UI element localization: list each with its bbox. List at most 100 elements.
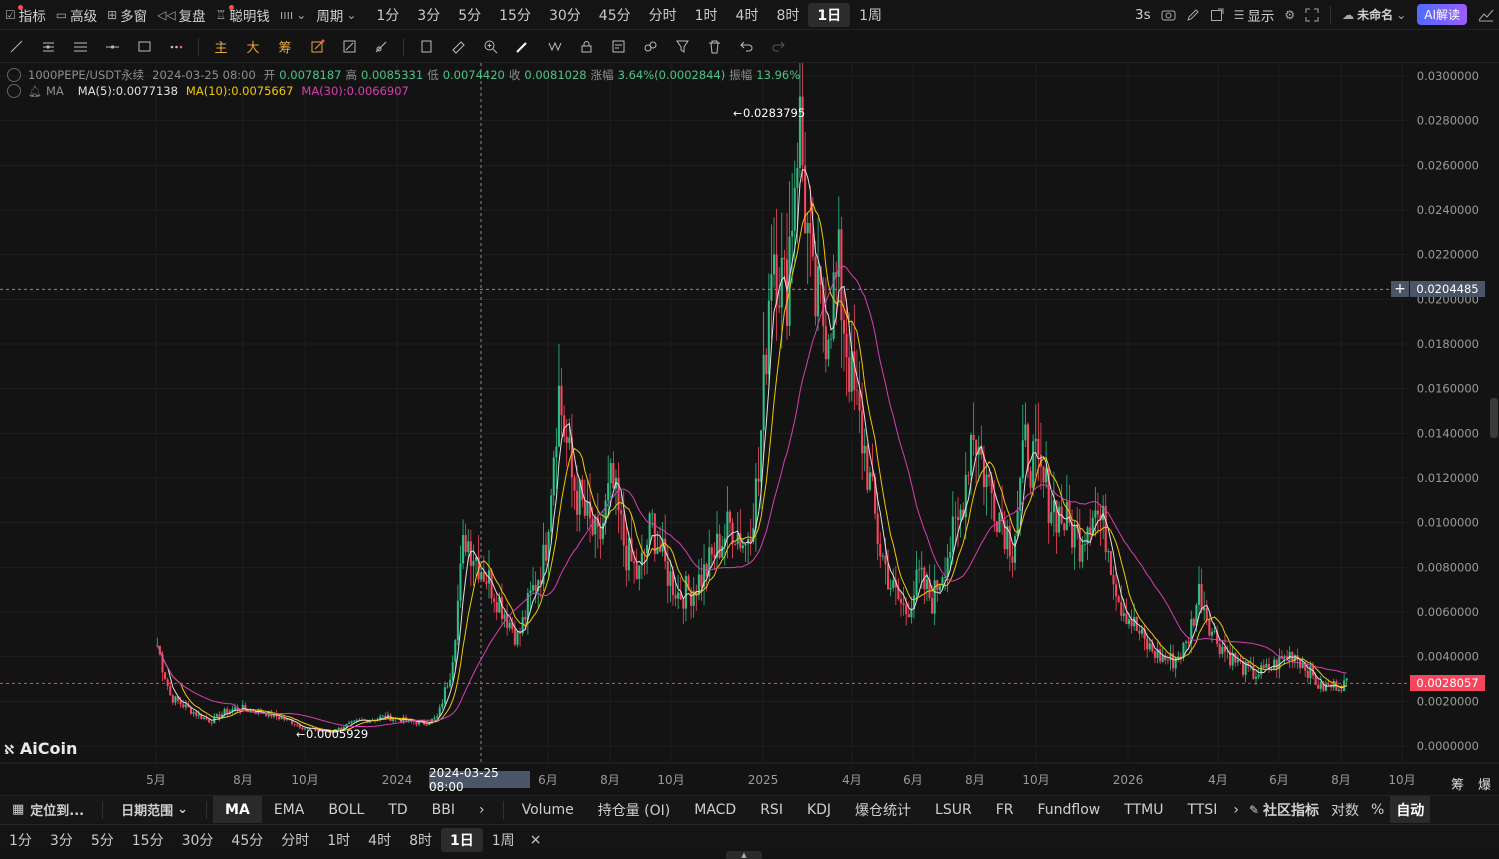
zoom-in-icon[interactable]	[474, 31, 506, 62]
trash-icon[interactable]	[698, 31, 730, 62]
topbar-item-3[interactable]: ◁◁ 复盘	[152, 0, 210, 29]
lock-icon[interactable]	[570, 31, 602, 62]
period-1时[interactable]: 1时	[686, 3, 727, 27]
period-1分[interactable]: 1分	[367, 3, 408, 27]
copy-icon[interactable]	[410, 31, 442, 62]
sub-indicator-6[interactable]: LSUR	[923, 796, 984, 823]
kline-chart[interactable]: 0.0300000 0.0280000 0.0260000 0.0240000 0.02…	[0, 63, 1499, 795]
trend-line-icon[interactable]	[0, 31, 32, 62]
bottom-period-分时[interactable]: 分时	[272, 828, 318, 852]
bottom-period-1周[interactable]: 1周	[483, 828, 524, 852]
kline-chart-area[interactable]: 0.0300000 0.0280000 0.0260000 0.0240000 0.02…	[0, 63, 1499, 795]
sub-indicator-3[interactable]: RSI	[748, 796, 795, 823]
ruler-brush-icon[interactable]	[365, 31, 397, 62]
period-8时[interactable]: 8时	[767, 3, 808, 27]
period-分时[interactable]: 分时	[640, 3, 686, 27]
main-indicator-ma[interactable]: MA	[213, 796, 262, 823]
sub-indicator-7[interactable]: FR	[984, 796, 1026, 823]
period-15分[interactable]: 15分	[490, 3, 540, 27]
topbar-item-0[interactable]: ☑ 指标	[0, 0, 51, 29]
pattern-icon[interactable]	[333, 31, 365, 62]
close-icon[interactable]: ×	[524, 826, 548, 854]
add-alert-icon[interactable]: +	[1391, 281, 1409, 297]
trend-chart-icon[interactable]	[1473, 0, 1499, 29]
percent-scale-button[interactable]: %	[1365, 796, 1390, 823]
sub-indicator-2[interactable]: MACD	[682, 796, 748, 823]
candle-body	[944, 577, 947, 578]
bottom-period-8时[interactable]: 8时	[400, 828, 441, 852]
text-tool-2[interactable]: 筹	[269, 31, 301, 62]
chart-style-menu[interactable]: ıııı ⌄	[275, 0, 311, 29]
sub-indicator-4[interactable]: KDJ	[795, 796, 843, 823]
bottom-period-15分[interactable]: 15分	[123, 828, 173, 852]
locate-button[interactable]: ▦ 定位到...	[0, 796, 96, 823]
bell-icon[interactable]: 🔔︎	[28, 85, 42, 98]
collapse-handle[interactable]: ▲	[726, 851, 762, 859]
link-icon[interactable]	[634, 31, 666, 62]
log-scale-button[interactable]: 对数	[1325, 796, 1365, 823]
period-5分[interactable]: 5分	[449, 3, 490, 27]
period-menu[interactable]: 周期 ⌄	[311, 0, 361, 29]
sub-indicator-0[interactable]: Volume	[510, 796, 586, 823]
community-indicators-button[interactable]: ✎ 社区指标	[1243, 796, 1325, 823]
redo-icon[interactable]	[762, 31, 794, 62]
topbar-item-2[interactable]: ⊞ 多窗	[102, 0, 152, 29]
sub-indicator-9[interactable]: TTMU	[1112, 796, 1175, 823]
visibility-toggle-icon[interactable]	[7, 68, 21, 82]
chevron-right-icon[interactable]: ›	[467, 796, 497, 823]
sub-indicator-10[interactable]: TTSI	[1175, 796, 1229, 823]
popout-icon[interactable]	[1205, 0, 1229, 29]
bottom-period-45分[interactable]: 45分	[222, 828, 272, 852]
ai-interpret-button[interactable]: AI解读	[1417, 4, 1467, 25]
bottom-period-5分[interactable]: 5分	[82, 828, 123, 852]
main-indicator-td[interactable]: TD	[376, 796, 419, 823]
bottom-period-4时[interactable]: 4时	[359, 828, 400, 852]
parallel-channel-icon[interactable]	[32, 31, 64, 62]
main-indicator-bbi[interactable]: BBI	[420, 796, 467, 823]
magnet-icon[interactable]	[538, 31, 570, 62]
chevron-right-icon[interactable]: ›	[1229, 796, 1243, 823]
bottom-period-30分[interactable]: 30分	[173, 828, 223, 852]
bottom-period-3分[interactable]: 3分	[41, 828, 82, 852]
period-1周[interactable]: 1周	[850, 3, 891, 27]
display-menu[interactable]: ☰ 显示	[1229, 0, 1280, 29]
horizontal-lines-icon[interactable]	[64, 31, 96, 62]
horizontal-ray-icon[interactable]	[96, 31, 128, 62]
template-icon[interactable]	[602, 31, 634, 62]
draw-brush-icon[interactable]	[301, 31, 333, 62]
topbar-item-4[interactable]: ♖ 聪明钱	[211, 0, 275, 29]
sub-indicator-8[interactable]: Fundflow	[1026, 796, 1113, 823]
camera-icon[interactable]	[1156, 0, 1181, 29]
main-indicator-boll[interactable]: BOLL	[316, 796, 376, 823]
auto-scale-button[interactable]: 自动	[1390, 796, 1431, 823]
period-3分[interactable]: 3分	[408, 3, 449, 27]
period-45分[interactable]: 45分	[590, 3, 640, 27]
refresh-interval[interactable]: 3s	[1130, 0, 1156, 29]
rectangle-icon[interactable]	[128, 31, 160, 62]
bottom-period-1分[interactable]: 1分	[0, 828, 41, 852]
visibility-toggle-icon[interactable]	[7, 84, 21, 98]
period-4时[interactable]: 4时	[727, 3, 768, 27]
period-30分[interactable]: 30分	[540, 3, 590, 27]
side-label-chips[interactable]: 筹 爆	[1451, 774, 1491, 793]
bottom-period-1时[interactable]: 1时	[318, 828, 359, 852]
topbar-item-1[interactable]: ▭ 高级	[51, 0, 102, 29]
filter-icon[interactable]	[666, 31, 698, 62]
more-tools-icon[interactable]	[160, 31, 192, 62]
bottom-period-1日[interactable]: 1日	[441, 827, 483, 852]
sub-indicator-5[interactable]: 爆仓统计	[843, 796, 923, 823]
undo-icon[interactable]	[730, 31, 762, 62]
side-collapse-handle[interactable]	[1490, 398, 1498, 438]
edit-icon[interactable]	[1181, 0, 1205, 29]
date-range-menu[interactable]: 日期范围 ⌄	[109, 796, 200, 823]
settings-gear-icon[interactable]: ⚙	[1279, 0, 1300, 29]
text-tool-0[interactable]: 主	[205, 31, 237, 62]
account-menu[interactable]: ☁ 未命名 ⌄	[1337, 0, 1411, 29]
period-1日[interactable]: 1日	[808, 2, 851, 27]
main-indicator-ema[interactable]: EMA	[262, 796, 317, 823]
fullscreen-icon[interactable]	[1300, 0, 1324, 29]
ruler-icon[interactable]	[442, 31, 474, 62]
sub-indicator-1[interactable]: 持仓量 (OI)	[586, 796, 683, 823]
magic-pen-icon[interactable]	[506, 31, 538, 62]
text-tool-1[interactable]: 大	[237, 31, 269, 62]
